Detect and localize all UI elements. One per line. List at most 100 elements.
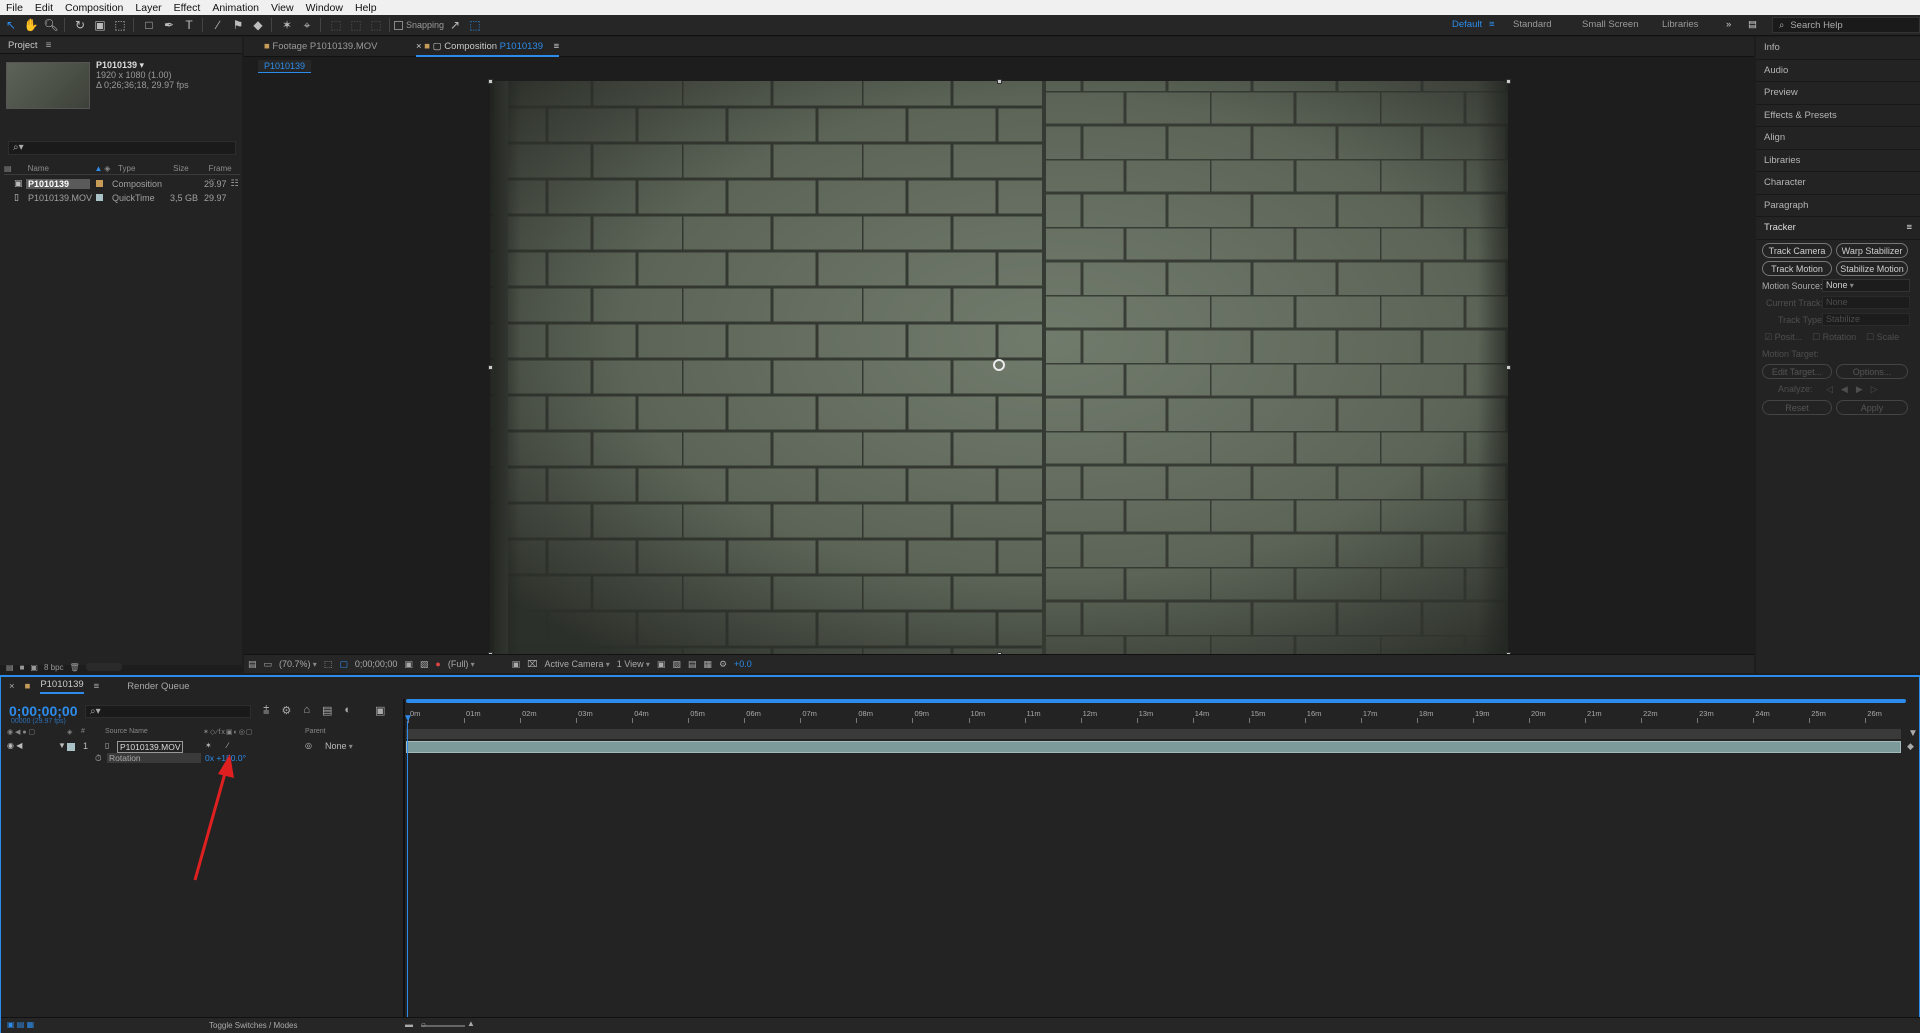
label-color-swatch[interactable]	[96, 179, 103, 187]
timeline-search-input[interactable]: ⌕▾	[85, 705, 251, 718]
column-size[interactable]: Size	[173, 164, 208, 174]
layer-switches-icon[interactable]: ▣ ▤ ▦	[7, 1020, 34, 1029]
motion-source-dropdown[interactable]: None	[1822, 279, 1910, 292]
more-workspaces-icon[interactable]: »	[1726, 19, 1731, 30]
region-of-interest-icon[interactable]: ▣	[512, 659, 521, 670]
tab-composition[interactable]: × ■ ▢ Composition P1010139 ≡	[416, 41, 560, 57]
view-layout-dropdown[interactable]: 1 View	[617, 659, 650, 669]
zoom-out-icon[interactable]: ▬	[405, 1020, 413, 1029]
workspace-menu-icon[interactable]: ≡	[1489, 19, 1495, 30]
work-area-bar[interactable]	[406, 699, 1906, 703]
zoom-tool-icon[interactable]: 🔍︎	[42, 16, 60, 34]
label-color-swatch[interactable]	[67, 743, 75, 751]
selected-item-name[interactable]: P1010139 ▾	[96, 60, 189, 70]
panel-libraries[interactable]: Libraries	[1756, 150, 1920, 172]
layer-name[interactable]: P1010139.MOV	[117, 741, 184, 753]
track-motion-button[interactable]: Track Motion	[1762, 261, 1832, 276]
project-item-composition[interactable]: ▣ P1010139 Composition 29.97 ☷	[4, 177, 240, 190]
comp-mini-flowchart-icon[interactable]: ⩲	[263, 704, 269, 717]
close-tab-icon[interactable]: ×	[416, 41, 422, 52]
monitor-icon[interactable]: ▭	[264, 659, 273, 670]
collapse-switch-icon[interactable]: ✶	[205, 741, 212, 750]
workspace-libraries[interactable]: Libraries	[1662, 19, 1698, 30]
exposure-icon[interactable]: ⚙	[719, 659, 727, 670]
viewer-timecode[interactable]: 0;00;00;00	[355, 659, 398, 669]
transparency-grid-icon[interactable]: ⌧	[527, 659, 537, 670]
pick-whip-icon[interactable]: ◎	[305, 741, 312, 750]
sync-settings-icon[interactable]: ▤	[1748, 19, 1757, 30]
trash-icon[interactable]: 🗑︎	[70, 663, 80, 672]
panel-menu-icon[interactable]: ≡	[94, 681, 100, 692]
fast-preview-icon[interactable]: ▨	[672, 659, 681, 670]
flowchart-icon[interactable]: ▦	[703, 659, 712, 670]
stabilize-motion-button[interactable]: Stabilize Motion	[1836, 261, 1908, 276]
flowchart-icon[interactable]: ☷	[231, 178, 239, 189]
rectangle-tool-icon[interactable]: □	[140, 16, 158, 34]
panel-character[interactable]: Character	[1756, 172, 1920, 195]
new-folder-icon[interactable]: ■	[20, 663, 25, 672]
time-ruler[interactable]: 0m 01m 02m 03m 04m 05m 06m 07m 08m 09m 10m 11m 12m 13…	[406, 699, 1919, 729]
eraser-tool-icon[interactable]: ◆	[249, 16, 267, 34]
zoom-slider-thumb-icon[interactable]: ○	[421, 1020, 426, 1029]
pen-tool-icon[interactable]: ✒	[160, 16, 178, 34]
frame-blending-icon[interactable]: ▤	[322, 704, 332, 717]
panel-paragraph[interactable]: Paragraph	[1756, 195, 1920, 217]
timeline-timecode[interactable]: 0;00;00;00	[9, 703, 78, 719]
snap-option-icon[interactable]: ⬚	[466, 16, 484, 34]
zoom-in-icon[interactable]: ▲	[467, 1019, 475, 1028]
snap-option-icon[interactable]: ↗	[446, 16, 464, 34]
clone-stamp-tool-icon[interactable]: ⚑	[229, 16, 247, 34]
tracker-title[interactable]: Tracker	[1764, 222, 1796, 233]
roto-brush-tool-icon[interactable]: ✶	[278, 16, 296, 34]
workspace-standard[interactable]: Standard	[1513, 19, 1552, 30]
panel-menu-icon[interactable]: ≡	[1906, 222, 1912, 233]
tab-timeline-comp[interactable]: P1010139	[40, 679, 84, 694]
panel-audio[interactable]: Audio	[1756, 60, 1920, 82]
menu-animation[interactable]: Animation	[212, 2, 259, 14]
snapping-checkbox[interactable]	[394, 20, 403, 30]
toggle-switches-modes-button[interactable]: Toggle Switches / Modes	[209, 1021, 298, 1030]
panel-info[interactable]: Info	[1756, 37, 1920, 60]
motion-blur-icon[interactable]: ◐	[344, 704, 351, 717]
menu-composition[interactable]: Composition	[65, 2, 123, 14]
type-tool-icon[interactable]: T	[180, 16, 198, 34]
menu-view[interactable]: View	[271, 2, 294, 14]
tab-render-queue[interactable]: Render Queue	[127, 681, 189, 692]
show-snapshot-icon[interactable]: ▨	[420, 659, 429, 670]
stopwatch-icon[interactable]: ⏱︎	[95, 753, 102, 764]
column-frame-rate[interactable]: Frame ...	[209, 164, 240, 182]
parent-dropdown[interactable]: None	[325, 741, 353, 751]
zoom-dropdown[interactable]: (70.7%)	[279, 659, 317, 669]
pixel-aspect-icon[interactable]: ▣	[657, 659, 666, 670]
lock-icon[interactable]: ▢	[433, 41, 442, 52]
camera-view-dropdown[interactable]: Active Camera	[544, 659, 609, 669]
panel-menu-icon[interactable]: ≡	[46, 40, 52, 51]
graph-editor-icon[interactable]: ▣	[375, 704, 385, 717]
column-name[interactable]: Name	[28, 164, 95, 174]
timeline-zoom-slider[interactable]	[421, 1025, 465, 1027]
menu-window[interactable]: Window	[306, 2, 343, 14]
camera-tool-icon[interactable]: ▣	[91, 16, 109, 34]
transform-handle[interactable]	[1506, 365, 1511, 370]
transform-handle[interactable]	[1506, 79, 1511, 84]
always-preview-icon[interactable]: ▤	[248, 659, 257, 670]
sort-ascending-icon[interactable]: ▲	[94, 164, 104, 174]
interpret-footage-icon[interactable]: ▤	[6, 663, 14, 672]
close-tab-icon[interactable]: ×	[9, 681, 15, 692]
work-area-range[interactable]	[406, 729, 1901, 739]
twirl-down-icon[interactable]: ▼	[58, 741, 66, 750]
column-parent[interactable]: Parent	[305, 728, 326, 735]
resolution-dropdown[interactable]: (Full)	[448, 659, 475, 669]
panel-effects-presets[interactable]: Effects & Presets	[1756, 105, 1920, 127]
workspace-default[interactable]: Default	[1452, 19, 1482, 30]
layer-duration-bar[interactable]	[406, 741, 1901, 753]
panel-preview[interactable]: Preview	[1756, 82, 1920, 105]
transform-handle[interactable]	[488, 79, 493, 84]
current-time-indicator[interactable]	[407, 721, 408, 1017]
search-help-field[interactable]: ⌕ Search Help	[1772, 17, 1920, 33]
warp-stabilizer-button[interactable]: Warp Stabilizer	[1836, 243, 1908, 258]
panel-align[interactable]: Align	[1756, 127, 1920, 150]
timeline-icon[interactable]: ▤	[688, 659, 697, 670]
anchor-point-icon[interactable]	[993, 359, 1005, 371]
snapping-toggle[interactable]: Snapping	[394, 20, 444, 30]
